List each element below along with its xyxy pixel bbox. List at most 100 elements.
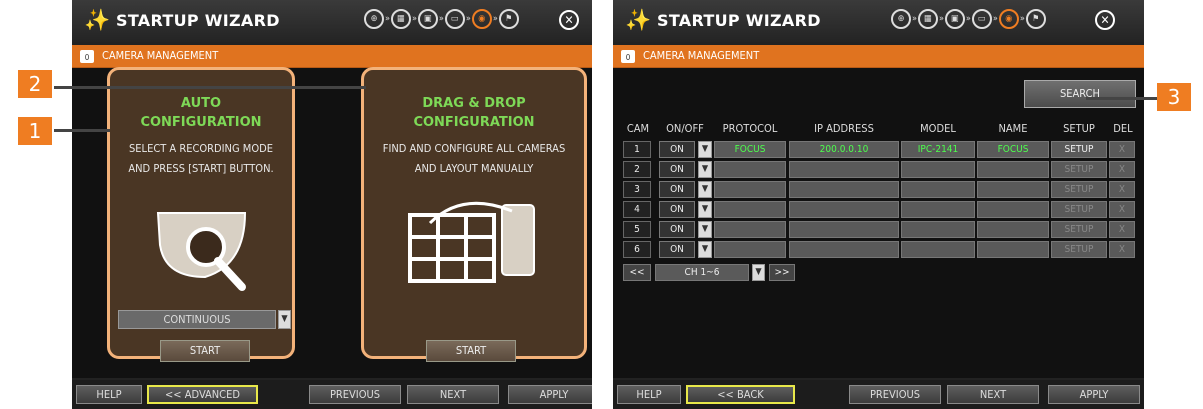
delete-button[interactable]: X xyxy=(1109,141,1135,158)
chevron-down-icon[interactable]: ▼ xyxy=(698,201,712,218)
recording-mode-select[interactable]: CONTINUOUS xyxy=(118,310,276,329)
previous-button[interactable]: PREVIOUS xyxy=(309,385,401,404)
setup-button[interactable]: SETUP xyxy=(1051,181,1107,198)
help-button[interactable]: HELP xyxy=(76,385,142,404)
network-icon[interactable]: ⊕ xyxy=(364,9,384,29)
header-setup: SETUP xyxy=(1063,122,1095,135)
calendar-icon[interactable]: ▦ xyxy=(390,9,411,29)
close-icon[interactable]: ✕ xyxy=(559,10,579,30)
protocol-cell[interactable]: FOCUS xyxy=(714,141,786,158)
camera-icon[interactable]: ◉ xyxy=(471,9,492,29)
next-button[interactable]: NEXT xyxy=(947,385,1039,404)
auto-start-button[interactable]: START xyxy=(160,340,250,362)
setup-button[interactable]: SETUP xyxy=(1051,141,1107,158)
camera-icon: 0 xyxy=(80,50,94,63)
magic-wand-icon: ✨ xyxy=(625,8,652,32)
apply-button[interactable]: APPLY xyxy=(508,385,592,404)
monitor-icon[interactable]: ▭ xyxy=(444,9,465,29)
drag-desc-1: FIND AND CONFIGURE ALL CAMERAS xyxy=(382,142,566,155)
right-wizard-window: ✨ STARTUP WIZARD ⊕» ▦» ▣» ▭» ◉» ⚑ ✕ 0 CA… xyxy=(613,0,1144,409)
window-title: STARTUP WIZARD xyxy=(657,11,821,30)
cam-number[interactable]: 1 xyxy=(623,141,651,158)
section-bar: 0 CAMERA MANAGEMENT xyxy=(72,45,592,68)
protocol-cell xyxy=(714,181,786,198)
bottom-bar: HELP << BACK PREVIOUS NEXT APPLY xyxy=(613,380,1144,409)
channel-select[interactable]: CH 1~6 xyxy=(655,264,749,281)
page-prev-button[interactable]: << xyxy=(623,264,651,281)
model-cell xyxy=(901,161,975,178)
chevron-down-icon[interactable]: ▼ xyxy=(698,181,712,198)
window-title: STARTUP WIZARD xyxy=(116,11,280,30)
cam-number: 4 xyxy=(623,201,651,218)
camera-icon[interactable]: ◉ xyxy=(998,9,1019,29)
on-off-select[interactable]: ON xyxy=(659,141,695,158)
monitor-icon[interactable]: ▭ xyxy=(971,9,992,29)
disk-icon[interactable]: ▣ xyxy=(417,9,438,29)
name-cell xyxy=(977,241,1049,258)
disk-icon[interactable]: ▣ xyxy=(944,9,965,29)
delete-button[interactable]: X xyxy=(1109,241,1135,258)
close-icon[interactable]: ✕ xyxy=(1095,10,1115,30)
ip-address-cell[interactable]: 200.0.0.10 xyxy=(789,141,899,158)
finish-flag-icon[interactable]: ⚑ xyxy=(498,9,519,29)
previous-button[interactable]: PREVIOUS xyxy=(849,385,941,404)
chevron-down-icon[interactable]: ▼ xyxy=(278,310,291,329)
name-cell xyxy=(977,161,1049,178)
chevron-down-icon[interactable]: ▼ xyxy=(698,141,712,158)
section-title: CAMERA MANAGEMENT xyxy=(102,49,219,62)
apply-button[interactable]: APPLY xyxy=(1048,385,1140,404)
on-off-select[interactable]: ON xyxy=(659,201,695,218)
delete-button[interactable]: X xyxy=(1109,161,1135,178)
drag-subtitle: CONFIGURATION xyxy=(413,115,535,130)
network-icon[interactable]: ⊕ xyxy=(891,9,911,29)
advanced-button[interactable]: << ADVANCED xyxy=(147,385,258,404)
finish-flag-icon[interactable]: ⚑ xyxy=(1025,9,1046,29)
header-del: DEL xyxy=(1113,122,1133,135)
header-ip-address: IP ADDRESS xyxy=(814,122,874,135)
setup-button[interactable]: SETUP xyxy=(1051,221,1107,238)
setup-button[interactable]: SETUP xyxy=(1051,241,1107,258)
drag-start-button[interactable]: START xyxy=(426,340,516,362)
layout-grid-icon xyxy=(408,201,535,283)
delete-button[interactable]: X xyxy=(1109,201,1135,218)
back-button[interactable]: << BACK xyxy=(686,385,795,404)
ip-address-cell xyxy=(789,161,899,178)
protocol-cell xyxy=(714,241,786,258)
callout-3: 3 xyxy=(1157,83,1191,111)
next-button[interactable]: NEXT xyxy=(407,385,499,404)
cam-number: 5 xyxy=(623,221,651,238)
on-off-select[interactable]: ON xyxy=(659,221,695,238)
section-title: CAMERA MANAGEMENT xyxy=(643,49,760,62)
delete-button[interactable]: X xyxy=(1109,221,1135,238)
auto-desc-2: AND PRESS [START] BUTTON. xyxy=(128,162,274,175)
callout-3-line xyxy=(1086,97,1158,100)
calendar-icon[interactable]: ▦ xyxy=(917,9,938,29)
wizard-steps: ⊕» ▦» ▣» ▭» ◉» ⚑ xyxy=(364,9,519,29)
protocol-cell xyxy=(714,161,786,178)
chevron-down-icon[interactable]: ▼ xyxy=(698,161,712,178)
chevron-down-icon[interactable]: ▼ xyxy=(752,264,765,281)
auto-configuration-card[interactable]: AUTO CONFIGURATION SELECT A RECORDING MO… xyxy=(107,67,295,362)
setup-button[interactable]: SETUP xyxy=(1051,161,1107,178)
header-model: MODEL xyxy=(920,122,956,135)
header-onoff: ON/OFF xyxy=(666,122,704,135)
chevron-down-icon[interactable]: ▼ xyxy=(698,221,712,238)
on-off-select[interactable]: ON xyxy=(659,241,695,258)
name-cell xyxy=(977,221,1049,238)
model-cell xyxy=(901,221,975,238)
name-cell[interactable]: FOCUS xyxy=(977,141,1049,158)
help-button[interactable]: HELP xyxy=(617,385,681,404)
on-off-select[interactable]: ON xyxy=(659,181,695,198)
drag-title: DRAG & DROP xyxy=(422,96,526,111)
setup-button[interactable]: SETUP xyxy=(1051,201,1107,218)
callout-2-line xyxy=(54,86,366,89)
model-cell[interactable]: IPC-2141 xyxy=(901,141,975,158)
chevron-down-icon[interactable]: ▼ xyxy=(698,241,712,258)
drag-drop-configuration-card[interactable]: DRAG & DROP CONFIGURATION FIND AND CONFI… xyxy=(361,67,587,362)
ip-address-cell xyxy=(789,221,899,238)
page-next-button[interactable]: >> xyxy=(769,264,795,281)
delete-button[interactable]: X xyxy=(1109,181,1135,198)
on-off-select[interactable]: ON xyxy=(659,161,695,178)
search-button[interactable]: SEARCH xyxy=(1024,80,1136,108)
name-cell xyxy=(977,201,1049,218)
